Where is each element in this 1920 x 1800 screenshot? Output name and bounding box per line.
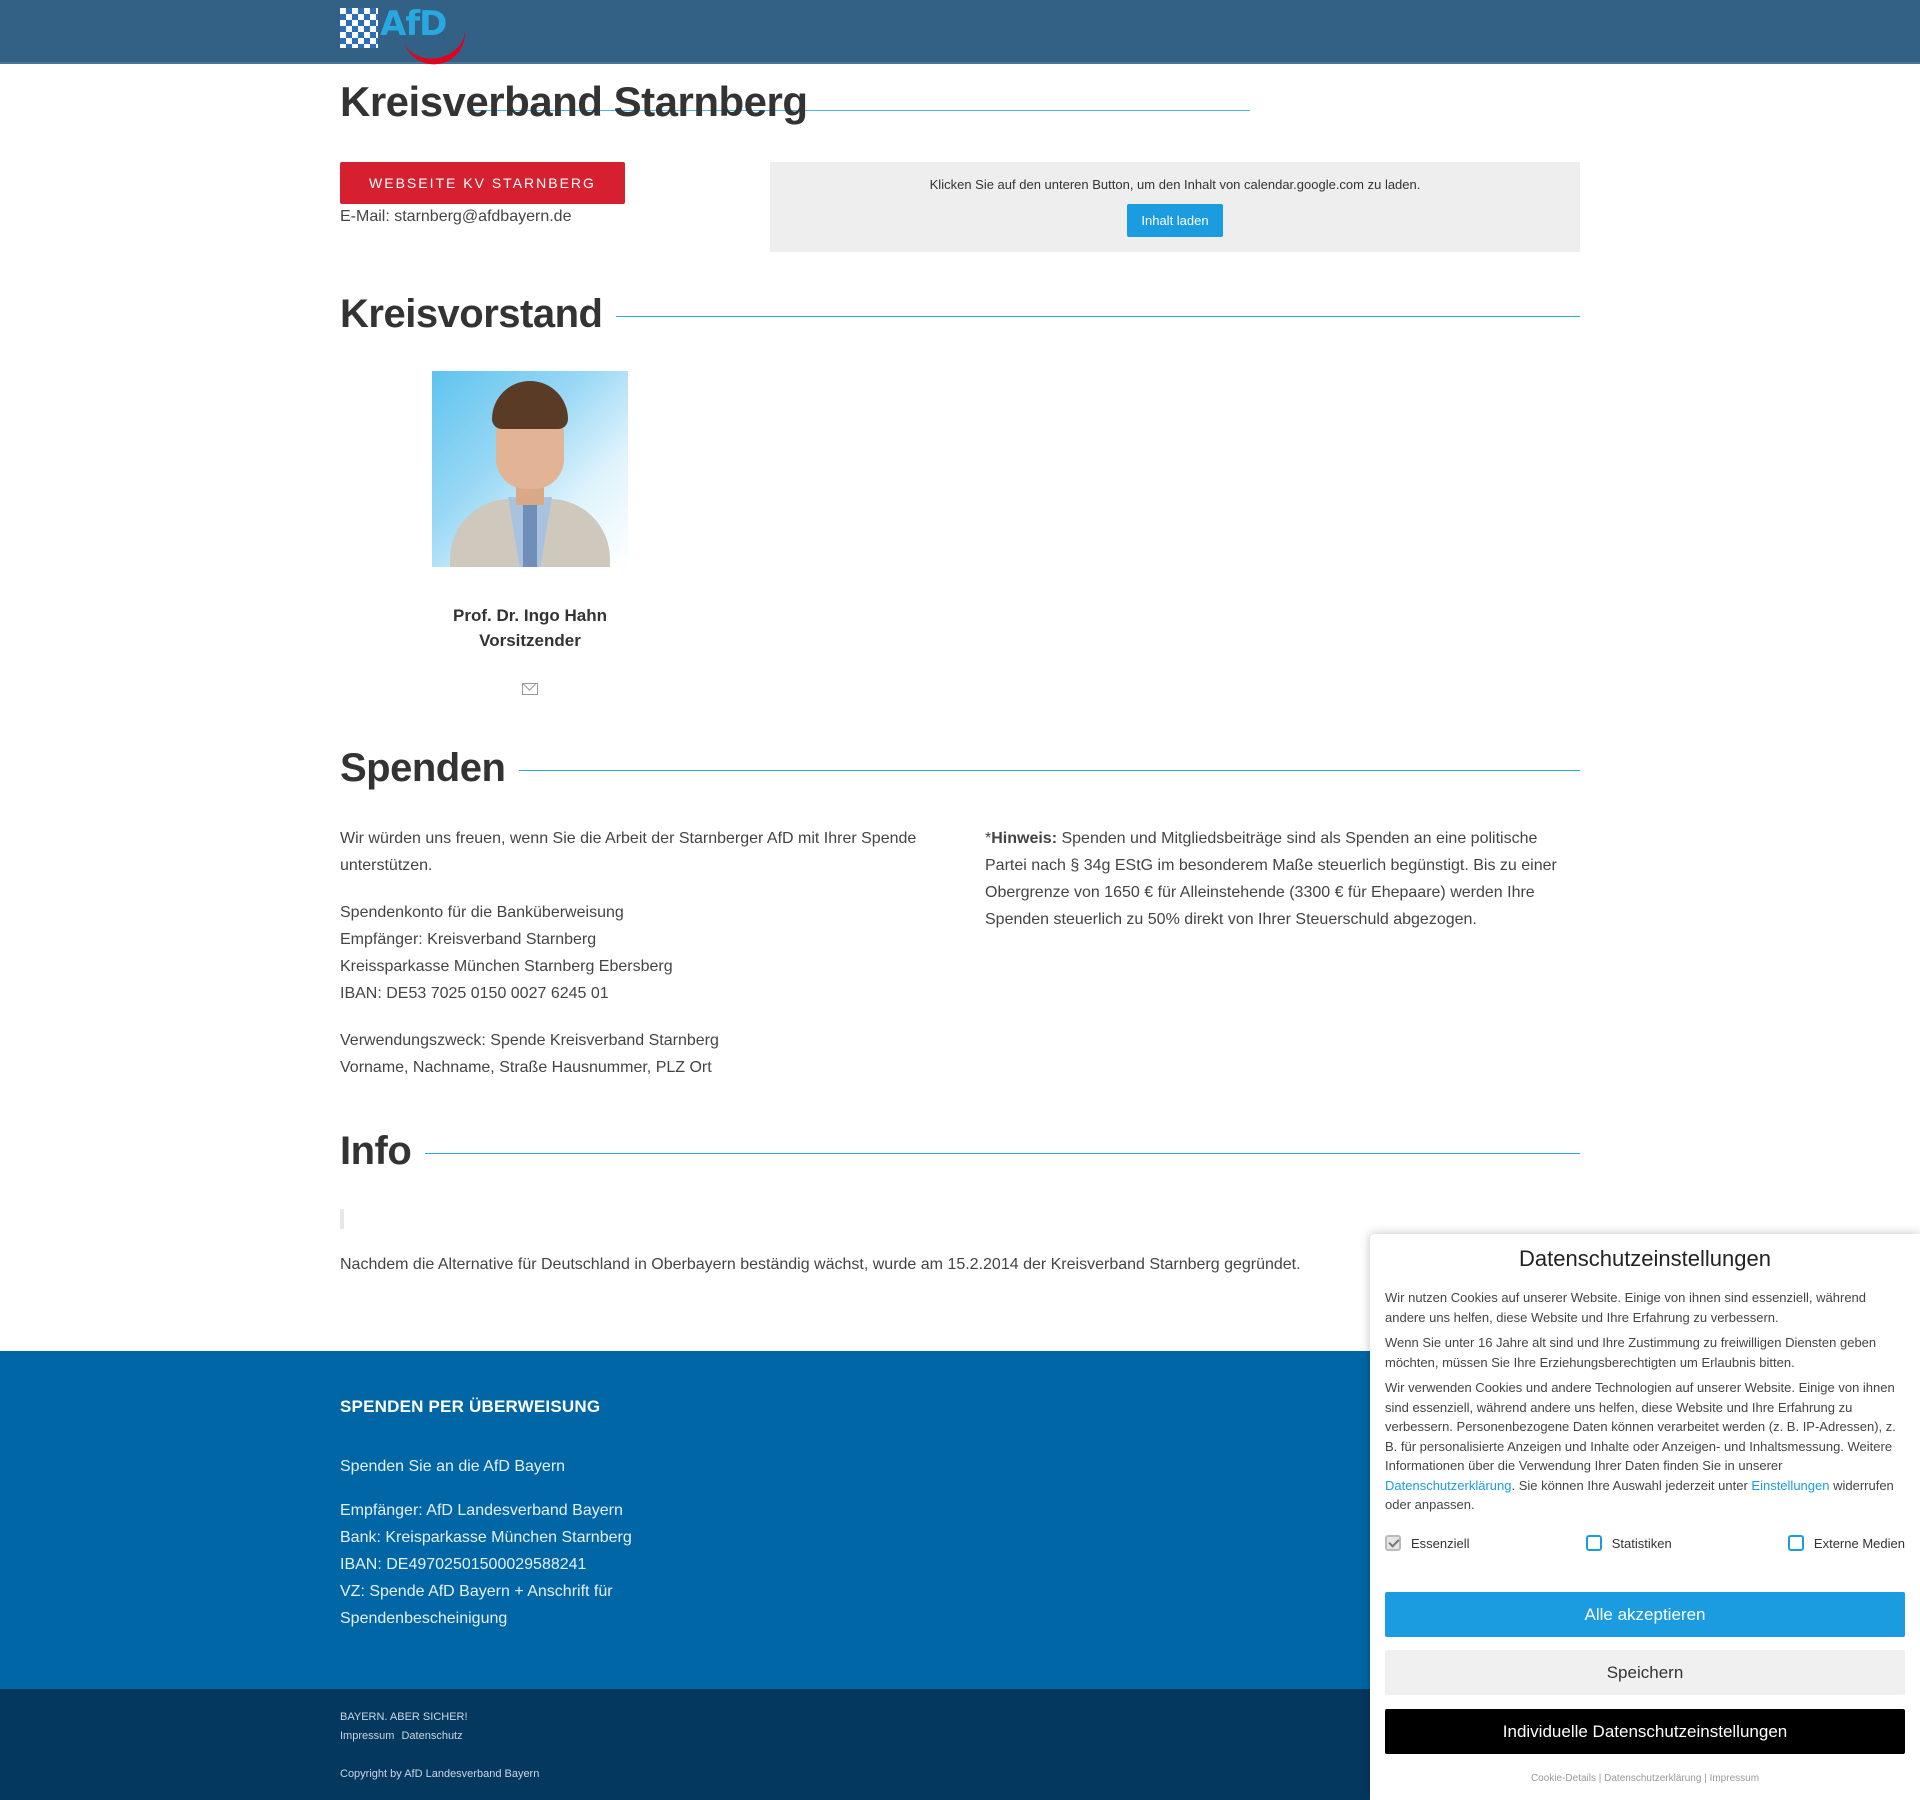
nav-item[interactable]: Kontakt [1120,90,1250,111]
divider [425,1153,1580,1154]
privacy-policy-link[interactable]: Datenschutzerklärung [1385,1478,1511,1493]
payment-purpose: Verwendungszweck: Spende Kreisverband St… [340,1032,719,1076]
kreisvorstand-heading: Kreisvorstand [340,292,1580,337]
checkbox-unchecked-icon[interactable] [1585,1535,1602,1551]
divider [519,770,1580,771]
cookie-title: Datenschutzeinstellungen [1519,1246,1771,1271]
cookie-body: Wir nutzen Cookies auf unserer Website. … [1385,1288,1905,1521]
impressum-link[interactable]: Impressum [340,1730,394,1742]
donation-info-right: *Hinweis: Spenden und Mitgliedsbeiträge … [985,825,1580,953]
footer-links: Impressum Datenschutz [340,1730,467,1742]
info-text: Nachdem die Alternative für Deutschland … [340,1256,1301,1273]
imprint-link[interactable]: Impressum [1710,1773,1759,1784]
spenden-heading: Spenden [340,746,1580,791]
member-name-block: Prof. Dr. Ingo Hahn Vorsitzender [432,603,628,653]
section-title: Kreisvorstand [340,292,603,336]
donation-info-left: Wir würden uns freuen, wenn Sie die Arbe… [340,825,940,1101]
checkbox-unchecked-icon[interactable] [1787,1535,1804,1551]
cookie-details-link[interactable]: Cookie-Details [1531,1773,1596,1784]
donation-intro: Wir würden uns freuen, wenn Sie die Arbe… [340,830,917,874]
cookie-paragraph: Wir verwenden Cookies und andere Technol… [1385,1380,1896,1512]
section-title: Info [340,1129,412,1173]
nav-item[interactable]: Mitmachen [860,90,990,111]
member-name: Prof. Dr. Ingo Hahn [453,606,607,625]
nav-item[interactable]: Presse [990,90,1120,111]
bavarian-flag-icon [340,8,378,48]
cookie-footer-links: Cookie-Details | Datenschutzerklärung | … [1530,1773,1760,1784]
board-member-card: Prof. Dr. Ingo Hahn Vorsitzender [432,371,628,699]
afd-logo[interactable]: AfD [340,4,471,71]
calendar-embed-placeholder: Klicken Sie auf den unteren Button, um d… [770,162,1580,252]
checkbox-checked-icon[interactable] [1385,1535,1401,1551]
envelope-icon[interactable] [522,683,538,695]
datenschutz-link[interactable]: Datenschutz [401,1730,462,1742]
calendar-message: Klicken Sie auf den unteren Button, um d… [929,177,1421,192]
checkbox-externe-medien[interactable]: Externe Medien [1787,1535,1905,1551]
account-details: Spendenkonto für die Banküberweisung Emp… [340,904,673,1002]
cookie-consent-panel: Datenschutzeinstellungen Wir nutzen Cook… [1370,1234,1920,1800]
privacy-statement-link[interactable]: Datenschutzerklärung [1604,1773,1701,1784]
individual-settings-button[interactable]: Individuelle Datenschutzeinstellungen [1385,1709,1905,1754]
copyright: Copyright by AfD Landesverband Bayern [340,1768,540,1780]
site-header: AfD [0,0,1920,71]
save-button[interactable]: Speichern [1385,1650,1905,1695]
website-button[interactable]: Webseite KV Starnberg [340,162,625,204]
footer-intro: Spenden Sie an die AfD Bayern [340,1458,566,1475]
tax-hint: *Hinweis: Spenden und Mitgliedsbeiträge … [985,830,1557,928]
footer-text: Spenden Sie an die AfD Bayern Empfänger:… [340,1453,650,1649]
footer-heading: SPENDEN PER ÜBERWEISUNG [340,1397,601,1416]
page-title: Kreisverband Starnberg [340,78,808,125]
section-title: Spenden [340,746,506,790]
member-portrait [432,371,628,567]
member-role: Vorsitzender [479,631,581,650]
consent-checkboxes: Essenziell Statistiken Externe Medien [1385,1535,1905,1551]
divider [616,316,1580,317]
checkbox-statistiken[interactable]: Statistiken [1585,1535,1672,1551]
footer-bank-details: Empfänger: AfD Landesverband Bayern Bank… [340,1502,632,1627]
accept-all-button[interactable]: Alle akzeptieren [1385,1592,1905,1637]
cookie-paragraph: Wir nutzen Cookies auf unserer Website. … [1385,1290,1867,1325]
info-heading: Info [340,1129,1580,1174]
settings-link[interactable]: Einstellungen [1751,1478,1829,1493]
email-contact[interactable]: E-Mail: starnberg@afdbayern.de [340,208,571,226]
load-content-button[interactable]: Inhalt laden [1127,204,1223,237]
cookie-paragraph: Wenn Sie unter 16 Jahre alt sind und Ihr… [1385,1335,1877,1370]
checkbox-essenziell[interactable]: Essenziell [1385,1535,1470,1551]
quote-bar [340,1209,344,1229]
footer-slogan: BAYERN. ABER SICHER! [340,1711,468,1723]
